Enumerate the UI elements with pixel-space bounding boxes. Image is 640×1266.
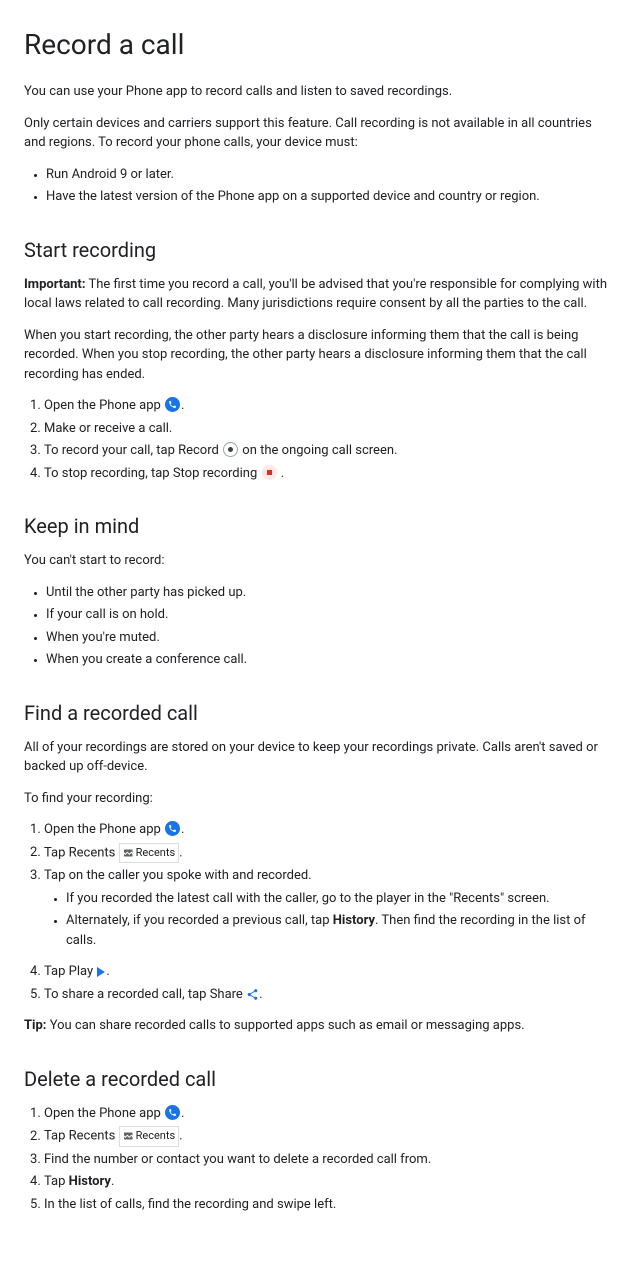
broken-image-recents: Recents (119, 843, 180, 864)
step-text: Tap (44, 1174, 69, 1189)
step-text: . (181, 822, 184, 837)
list-item: To stop recording, tap Stop recording . (44, 464, 616, 484)
list-item: Find the number or contact you want to d… (44, 1150, 616, 1170)
keep-list: Until the other party has picked up. If … (24, 583, 616, 670)
delete-steps: Open the Phone app . Tap Recents Recents… (24, 1104, 616, 1215)
list-item: Alternately, if you recorded a previous … (66, 911, 616, 950)
intro-paragraph-1: You can use your Phone app to record cal… (24, 82, 616, 102)
tip-paragraph: Tip: You can share recorded calls to sup… (24, 1016, 616, 1036)
step-text: To share a recorded call, tap Share (44, 987, 246, 1002)
step-text: Alternately, if you recorded a previous … (66, 913, 333, 928)
list-item: Make or receive a call. (44, 419, 616, 439)
important-label: Important: (24, 277, 86, 292)
alt-text: Recents (136, 845, 176, 862)
list-item: Have the latest version of the Phone app… (46, 187, 616, 207)
step-text: Tap Recents (44, 1129, 119, 1144)
keep-intro: You can't start to record: (24, 551, 616, 571)
play-icon (97, 967, 105, 977)
step-text: . (106, 964, 109, 979)
step-text: . (181, 1106, 184, 1121)
stop-recording-icon (262, 465, 277, 480)
important-note: Important: The first time you record a c… (24, 275, 616, 314)
broken-image-recents: Recents (119, 1126, 180, 1147)
step-text: . (179, 845, 182, 860)
step-text: . (259, 987, 262, 1002)
list-item: Open the Phone app . (44, 396, 616, 416)
step-text: To stop recording, tap Stop recording (44, 466, 261, 481)
requirements-list: Run Android 9 or later. Have the latest … (24, 165, 616, 207)
find-sub: To find your recording: (24, 789, 616, 809)
list-item: Tap Recents Recents. (44, 843, 616, 864)
step-text: on the ongoing call screen. (239, 443, 397, 458)
section-heading-keep: Keep in mind (24, 511, 616, 541)
important-text: The first time you record a call, you'll… (24, 277, 607, 312)
list-item: When you're muted. (46, 628, 616, 648)
list-item: Tap Recents Recents. (44, 1126, 616, 1147)
list-item: Tap Play . (44, 962, 616, 982)
list-item: If your call is on hold. (46, 605, 616, 625)
find-steps: Open the Phone app . Tap Recents Recents… (24, 820, 616, 1004)
alt-text: Recents (136, 1128, 176, 1145)
start-steps: Open the Phone app . Make or receive a c… (24, 396, 616, 483)
intro-paragraph-2: Only certain devices and carriers suppor… (24, 114, 616, 153)
share-icon (246, 987, 259, 1002)
section-heading-start: Start recording (24, 235, 616, 265)
disclosure-paragraph: When you start recording, the other part… (24, 326, 616, 385)
step-text: Tap on the caller you spoke with and rec… (44, 868, 312, 883)
list-item: To share a recorded call, tap Share . (44, 985, 616, 1005)
list-item: In the list of calls, find the recording… (44, 1195, 616, 1215)
tip-label: Tip: (24, 1018, 46, 1033)
step-text: . (111, 1174, 114, 1189)
step-text: Open the Phone app (44, 822, 164, 837)
page-title: Record a call (24, 24, 616, 66)
list-item: Run Android 9 or later. (46, 165, 616, 185)
section-heading-find: Find a recorded call (24, 698, 616, 728)
step-text: . (278, 466, 285, 481)
list-item: Open the Phone app . (44, 820, 616, 840)
list-item: When you create a conference call. (46, 650, 616, 670)
list-item: Tap History. (44, 1172, 616, 1192)
history-label: History (333, 913, 375, 928)
step-text: To record your call, tap Record (44, 443, 222, 458)
phone-icon (165, 821, 180, 836)
section-heading-delete: Delete a recorded call (24, 1064, 616, 1094)
record-icon (223, 442, 238, 457)
list-item: Until the other party has picked up. (46, 583, 616, 603)
list-item: If you recorded the latest call with the… (66, 889, 616, 909)
step-text: Open the Phone app (44, 1106, 164, 1121)
list-item: Tap on the caller you spoke with and rec… (44, 866, 616, 950)
find-intro: All of your recordings are stored on you… (24, 738, 616, 777)
tip-text: You can share recorded calls to supporte… (46, 1018, 524, 1033)
list-item: To record your call, tap Record on the o… (44, 441, 616, 461)
step-text: . (181, 398, 184, 413)
list-item: Open the Phone app . (44, 1104, 616, 1124)
step-text: Open the Phone app (44, 398, 164, 413)
history-label: History (69, 1174, 111, 1189)
phone-icon (165, 1105, 180, 1120)
step-text: Tap Play (44, 964, 96, 979)
step-text: . (179, 1129, 182, 1144)
phone-icon (165, 397, 180, 412)
step-text: Tap Recents (44, 845, 119, 860)
